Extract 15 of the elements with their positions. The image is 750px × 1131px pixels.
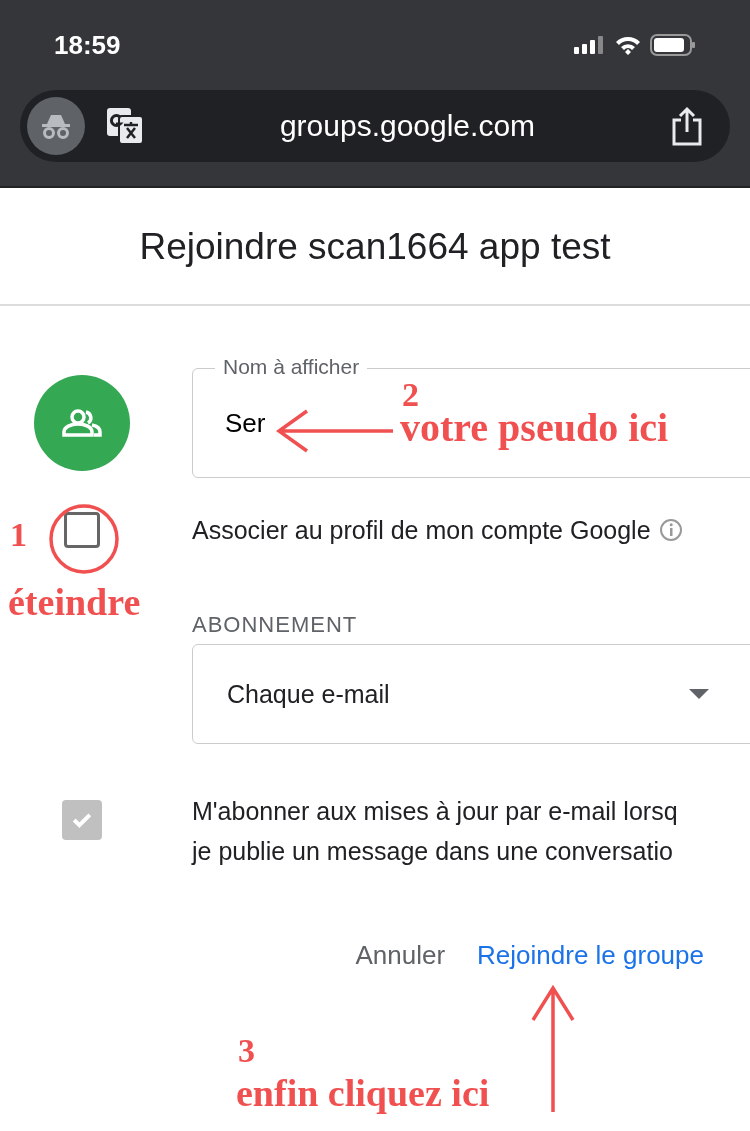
updates-checkbox-label: je publie un message dans une conversatio — [192, 836, 674, 867]
profile-checkbox-label: Associer au profil de mon compte Google — [192, 515, 651, 545]
annotation-number: 3 — [238, 1034, 255, 1068]
subscription-dropdown[interactable]: Chaque e-mail — [192, 644, 750, 744]
annotation-text: enfin cliquez ici — [236, 1074, 490, 1112]
annotation-number: 1 — [10, 518, 27, 552]
status-time: 18:59 — [54, 29, 121, 61]
annotation-text: éteindre — [8, 583, 141, 621]
subscription-heading: ABONNEMENT — [192, 612, 359, 638]
join-group-button[interactable]: Rejoindre le groupe — [471, 932, 710, 979]
page-title: Rejoindre scan1664 app test — [0, 188, 750, 306]
updates-checkbox-label: M'abonner aux mises à jour par e-mail lorsq — [192, 796, 678, 827]
address-bar[interactable]: groups.google.com — [20, 90, 730, 162]
url-text: groups.google.com — [278, 109, 537, 143]
cancel-button[interactable]: Annuler — [349, 932, 452, 979]
